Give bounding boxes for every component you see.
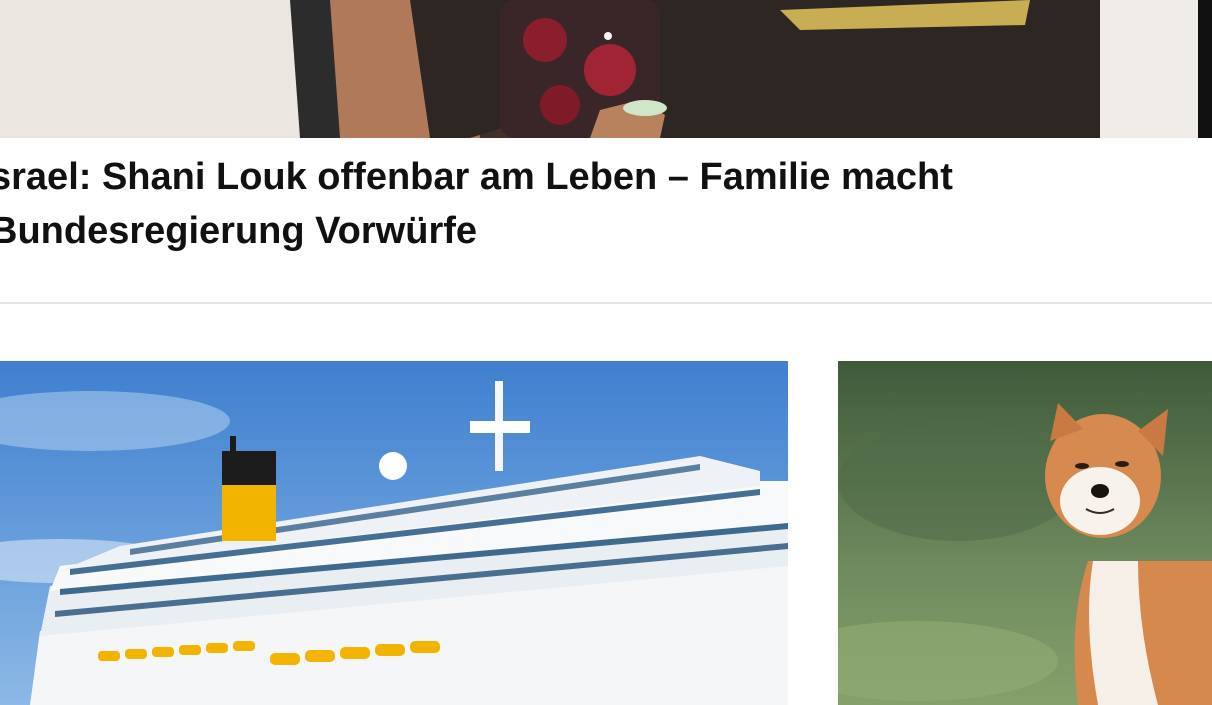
news-page: srael: Shani Louk offenbar am Leben – Fa… xyxy=(0,0,1212,705)
cruise-ship-teaser-image[interactable] xyxy=(0,361,788,705)
headline-line-1: srael: Shani Louk offenbar am Leben – Fa… xyxy=(0,156,953,198)
article-headline[interactable]: srael: Shani Louk offenbar am Leben – Fa… xyxy=(0,150,1180,258)
dog-teaser-image[interactable] xyxy=(838,361,1212,705)
hero-image[interactable] xyxy=(0,0,1212,138)
section-divider xyxy=(0,302,1212,304)
headline-line-2: Bundesregierung Vorwürfe xyxy=(0,210,478,252)
